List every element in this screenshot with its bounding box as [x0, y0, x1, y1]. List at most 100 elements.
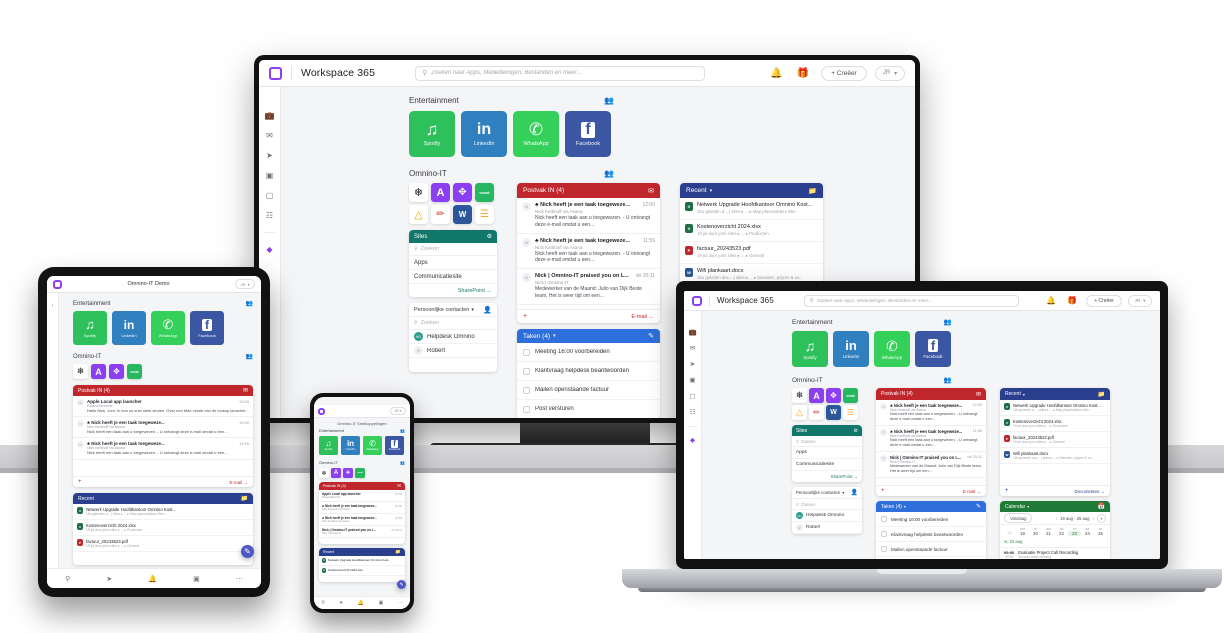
chevron-down-icon[interactable]: ▾ — [471, 307, 474, 313]
contacts-search-input[interactable]: ⚲ Zoeken — [409, 317, 497, 330]
app-tile-acrobat[interactable]: A — [809, 388, 824, 403]
contact-row-robert[interactable]: R Robert — [409, 344, 497, 358]
list-item[interactable]: N ♣ Nick heeft je een taak toegeweze... … — [876, 426, 986, 452]
list-item[interactable]: W Wifi plankaart.docx 16u geleden doc...… — [1000, 448, 1110, 464]
app-tile-asana[interactable]: ❄ — [73, 364, 88, 379]
chevron-right-icon[interactable]: › — [1093, 516, 1095, 521]
folder-icon[interactable]: 📁 — [1098, 391, 1105, 398]
task-row[interactable]: Post versturen — [517, 400, 660, 418]
workspace-accent-icon[interactable]: ◆ — [690, 433, 695, 447]
gift-icon[interactable]: 🎁 — [1067, 296, 1077, 305]
list-item[interactable]: N ♣ Nick heeft je een taak toegeweze... … — [876, 400, 986, 426]
chevron-down-icon[interactable]: ▾ — [710, 188, 713, 194]
people-icon[interactable]: 👥 — [246, 300, 253, 307]
bell-icon[interactable]: 🔔 — [1046, 296, 1056, 305]
app-tile-google-ads[interactable]: △ — [792, 405, 807, 420]
app-tile-linkedin[interactable]: in LinkedIn — [833, 331, 869, 367]
share-icon[interactable]: ➤ — [266, 145, 273, 165]
list-item[interactable]: X Kostenoverzicht 2024.xlsx 19 jul door … — [73, 520, 253, 536]
list-item[interactable]: N ♣ Nick heeft je een taak toegeweze... … — [517, 198, 660, 234]
app-tile-whatsapp[interactable]: ✆ WhatsApp — [874, 331, 910, 367]
app-tile-compass[interactable]: ✥ — [343, 468, 353, 478]
folder-icon[interactable]: 📁 — [395, 549, 401, 555]
list-item[interactable]: N ♣ Nick heeft je een taak toegeweze... … — [73, 438, 253, 460]
app-tile-spotify[interactable]: ♫ Spotify — [73, 311, 107, 345]
app-tile-asana[interactable]: ❄ — [319, 468, 329, 478]
avatar-menu[interactable]: JR ▾ — [875, 65, 905, 81]
bell-icon[interactable]: 🔔 — [358, 600, 364, 606]
app-tile-google-ads[interactable]: △ — [409, 205, 428, 224]
envelope-icon[interactable]: ✉ — [976, 391, 981, 398]
add-button[interactable]: + — [523, 313, 527, 320]
avatar-menu[interactable]: JR ▾ — [235, 279, 255, 289]
task-row[interactable]: Post versturen — [876, 557, 986, 559]
workspace-accent-icon[interactable]: ◆ — [266, 240, 272, 258]
task-row[interactable]: Klantvraag helpdesk beantwoorden — [517, 362, 660, 381]
calendar-icon[interactable]: 📅 — [1098, 503, 1105, 510]
email-link[interactable]: E-mail → — [631, 314, 654, 320]
more-icon[interactable]: ⋯ — [236, 575, 243, 583]
list-item[interactable]: Apple Local app launcher 13:03 Roland Be… — [319, 490, 405, 502]
task-checkbox[interactable] — [881, 516, 887, 522]
app-tile-spotify[interactable]: ♫ Spotify — [409, 111, 455, 157]
task-checkbox[interactable] — [523, 348, 530, 356]
app-tile-whatsapp[interactable]: ✆ WhatsApp — [513, 111, 559, 157]
email-link[interactable]: E-mail → — [229, 480, 248, 485]
search-input[interactable]: ⚲ Zoeken naar Apps, Mededelingen, Bestan… — [415, 65, 706, 81]
folder-icon[interactable]: 📁 — [808, 187, 817, 195]
people-icon[interactable]: 👥 — [944, 318, 952, 326]
search-icon[interactable]: ⚲ — [65, 575, 70, 583]
envelope-icon[interactable]: ✉ — [648, 187, 654, 195]
email-link[interactable]: E-mail → — [963, 489, 981, 494]
app-tile-spotify[interactable]: ♫ Spotify — [319, 436, 338, 455]
app-tile-charts[interactable]: ☰ — [475, 205, 494, 224]
today-button[interactable]: Vandaag — [1004, 513, 1033, 523]
app-tile-vexxt[interactable]: vexxt — [475, 183, 494, 202]
chevron-down-icon[interactable]: ▾ — [1023, 392, 1025, 397]
chevron-down-icon[interactable]: ▾ — [842, 490, 844, 495]
app-tile-pen[interactable]: ✏ — [809, 405, 824, 420]
list-item[interactable]: P factuur_20243523.pdf 19 jul door jornl… — [1000, 432, 1110, 448]
task-checkbox[interactable] — [881, 531, 887, 537]
chevron-down-icon[interactable]: ▾ — [904, 504, 906, 509]
apps-grid-icon[interactable]: ☷ — [690, 404, 696, 420]
list-item[interactable]: R Apple Local app launcher 13:03 Roland … — [73, 396, 253, 418]
list-item[interactable]: X Netwerk Upgrade Hoofdkantoor Omnino Ko… — [680, 198, 823, 220]
compose-fab[interactable]: ✎ — [397, 580, 406, 589]
app-tile-facebook[interactable]: f Facebook — [565, 111, 611, 157]
workspace-square-logo[interactable] — [692, 295, 702, 306]
app-tile-compass[interactable]: ✥ — [109, 364, 124, 379]
app-tile-linkedin[interactable]: in LinkedIn — [341, 436, 360, 455]
pencil-icon[interactable]: ✎ — [648, 332, 654, 340]
app-tile-asana[interactable]: ❄ — [409, 183, 428, 202]
chevron-down-icon[interactable]: ▾ — [553, 333, 556, 339]
bell-icon[interactable]: 🔔 — [770, 68, 782, 79]
calendar-icon[interactable]: ▢ — [266, 185, 274, 205]
list-item[interactable]: ♣ Nick heeft je een taak toegeweze... 11… — [319, 514, 405, 526]
sites-search-input[interactable]: ⚲ Zoeken — [409, 243, 497, 256]
search-input[interactable]: ⚲ Zoeken naar Apps, Mededelingen, Bestan… — [803, 294, 1019, 307]
task-checkbox[interactable] — [881, 546, 887, 552]
app-tile-facebook[interactable]: f Facebook — [915, 331, 951, 367]
mail-icon[interactable]: ✉ — [690, 340, 695, 356]
mail-icon[interactable]: ✉ — [266, 125, 273, 145]
app-tile-word[interactable]: W — [826, 405, 841, 420]
task-row[interactable]: Klantvraag helpdesk beantwoorden — [876, 527, 986, 542]
chevron-left-icon[interactable]: ‹ — [1056, 516, 1058, 521]
sharepoint-link[interactable]: SharePoint → — [792, 471, 862, 482]
share-icon[interactable]: ➤ — [339, 600, 343, 606]
contact-row-helpdesk[interactable]: HO Helpdesk Omnino — [409, 330, 497, 344]
app-tile-whatsapp[interactable]: ✆ WhatsApp — [151, 311, 185, 345]
contacts-icon[interactable]: ▣ — [266, 165, 274, 185]
contact-card-icon[interactable]: 👤 — [851, 489, 858, 496]
bookmark-icon[interactable]: ▣ — [379, 600, 384, 606]
share-icon[interactable]: ➤ — [106, 575, 112, 583]
app-tile-vexxt[interactable]: vexxt — [355, 468, 365, 478]
workspace-square-logo[interactable] — [53, 279, 62, 289]
list-item[interactable]: X Kostenoverzicht 2024.xlsx — [319, 566, 405, 576]
app-tile-pen[interactable]: ✏ — [431, 205, 450, 224]
people-icon[interactable]: 👥 — [246, 353, 253, 360]
workspace-square-logo[interactable] — [269, 66, 282, 80]
app-tile-spotify[interactable]: ♫ Spotify — [792, 331, 828, 367]
calendar-icon[interactable]: ▢ — [689, 388, 695, 404]
